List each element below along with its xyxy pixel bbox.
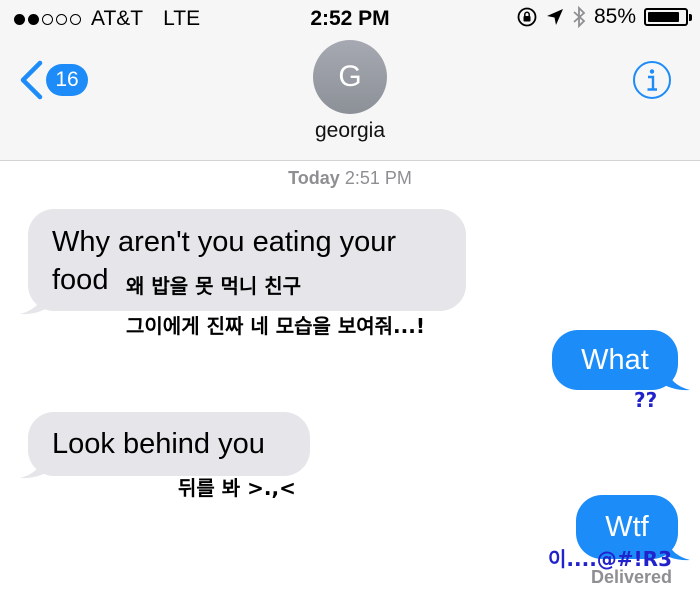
timestamp-time: 2:51 PM [344,168,412,188]
message-text: Look behind you [52,428,265,460]
message-text: Wtf [605,511,649,543]
info-icon[interactable] [632,60,672,100]
message-bubble-sent[interactable]: What [552,330,678,390]
conversation-header: AT&T LTE 2:52 PM 85% 16 G georgia [0,0,700,161]
location-arrow-icon [546,9,563,25]
battery-icon [644,8,692,26]
message-bubble-received[interactable]: Look behind you [28,412,310,476]
unread-count-badge: 16 [46,64,88,96]
message-text: What [581,344,649,376]
chevron-left-icon [20,60,43,100]
message-text: Why aren't you eating your [52,226,397,258]
caption-korean: 뒤를 봐 >.,< [178,476,296,500]
caption-korean: 왜 밥을 못 먹니 친구 [126,274,302,298]
bluetooth-icon [573,6,586,28]
caption-korean: 이....@#!R3 [548,547,672,571]
contact-name[interactable]: georgia [0,119,700,143]
orientation-lock-icon [517,7,537,27]
timestamp-day: Today [288,168,340,188]
caption-question: ?? [634,388,658,412]
back-button[interactable]: 16 [18,60,88,100]
avatar[interactable]: G [313,40,387,114]
status-bar: AT&T LTE 2:52 PM 85% [0,0,700,40]
timestamp: Today 2:51 PM [0,168,700,189]
battery-percent: 85% [593,5,636,28]
caption-korean: 그이에게 진짜 네 모습을 보여줘...! [126,314,425,338]
